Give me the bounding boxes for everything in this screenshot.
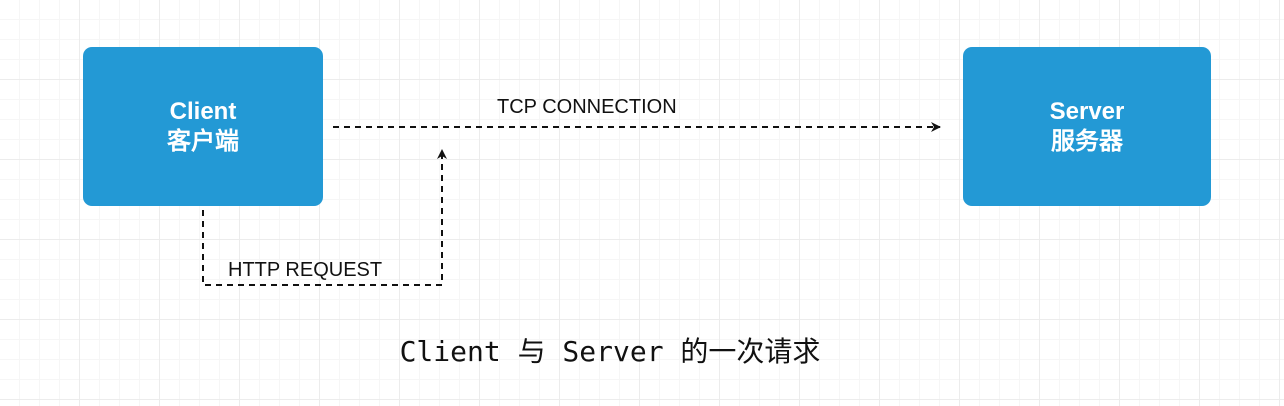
tcp-connection-label: TCP CONNECTION: [497, 96, 677, 118]
diagram-caption: Client 与 Server 的一次请求: [399, 335, 821, 368]
http-request-label: HTTP REQUEST: [228, 259, 383, 281]
